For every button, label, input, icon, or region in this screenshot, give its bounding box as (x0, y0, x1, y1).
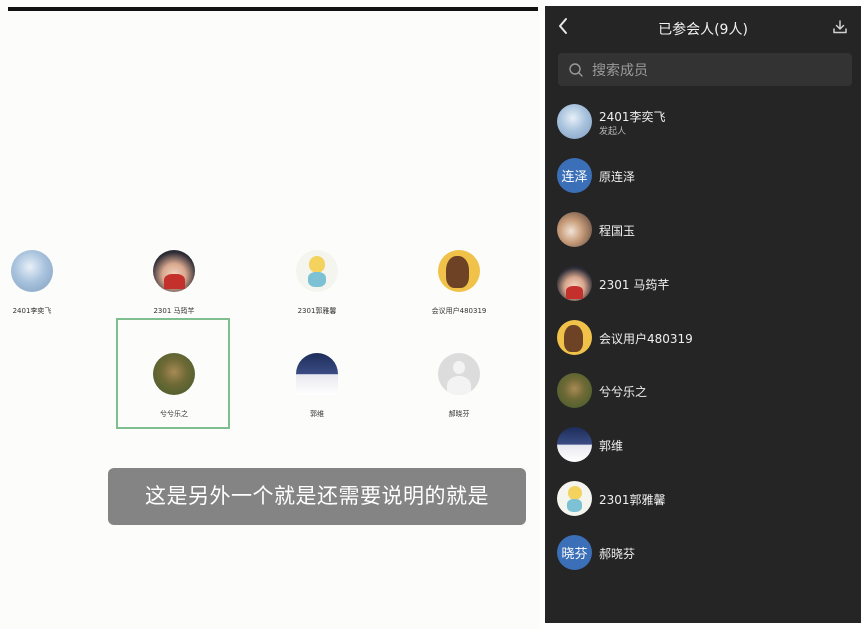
member-row[interactable]: 2301 马筠芊 (557, 266, 853, 306)
video-grid: 2401李奕飞 2301 马筠芊 2301郭雅馨 会议用户480319 兮兮乐之… (0, 0, 540, 629)
avatar (557, 104, 592, 139)
member-search[interactable] (558, 53, 852, 88)
video-tile[interactable]: 2301郭雅馨 (262, 250, 372, 316)
tile-name: 2401李奕飞 (12, 307, 52, 315)
member-row[interactable]: 兮兮乐之 (557, 373, 853, 413)
video-tile[interactable]: 兮兮乐之 (119, 353, 229, 419)
avatar (438, 353, 480, 395)
panel-header: 已参会人(9人) (545, 6, 861, 50)
member-row[interactable]: 连泽 原连泽 (557, 158, 853, 198)
video-tile[interactable]: 郭维 (262, 353, 372, 419)
tile-name: 兮兮乐之 (160, 410, 188, 418)
member-name: 2401李奕飞 (599, 110, 666, 124)
video-tile[interactable]: 2401李奕飞 (0, 250, 87, 316)
search-icon (568, 62, 584, 82)
member-name: 程国玉 (599, 224, 636, 238)
avatar (296, 250, 338, 292)
tile-name: 2301郭雅馨 (297, 307, 337, 315)
participants-panel: 已参会人(9人) 2401李奕飞 发起人 连泽 原连泽 程国玉 2301 马筠芊… (545, 6, 861, 623)
member-role: 发起人 (599, 127, 627, 137)
top-divider (8, 7, 538, 11)
avatar: 晓芬 (557, 535, 592, 570)
member-name: 会议用户480319 (599, 332, 693, 346)
panel-title: 已参会人(9人) (658, 22, 748, 38)
tile-name: 2301 马筠芊 (153, 307, 195, 315)
member-name: 兮兮乐之 (599, 385, 648, 399)
member-name: 2301 马筠芊 (599, 278, 670, 292)
avatar (557, 266, 592, 301)
member-row[interactable]: 程国玉 (557, 212, 853, 252)
video-tile[interactable]: 2301 马筠芊 (119, 250, 229, 316)
avatar (153, 250, 195, 292)
member-name: 原连泽 (599, 170, 636, 184)
tile-name: 会议用户480319 (431, 307, 487, 315)
search-input[interactable] (590, 53, 844, 88)
member-row[interactable]: 郭维 (557, 427, 853, 467)
member-name: 郭维 (599, 439, 624, 453)
member-name: 郝晓芬 (599, 547, 636, 561)
member-row[interactable]: 晓芬 郝晓芬 (557, 535, 853, 575)
member-row[interactable]: 2401李奕飞 发起人 (557, 104, 853, 144)
avatar (11, 250, 53, 292)
tile-name: 郭维 (310, 410, 324, 418)
avatar (557, 481, 592, 516)
member-row[interactable]: 2301郭雅馨 (557, 481, 853, 521)
download-icon[interactable] (831, 18, 849, 36)
avatar (557, 373, 592, 408)
avatar (557, 212, 592, 247)
video-tile[interactable]: 会议用户480319 (404, 250, 514, 316)
avatar (557, 320, 592, 355)
avatar (557, 427, 592, 462)
video-tile[interactable]: 郝晓芬 (404, 353, 514, 419)
member-name: 2301郭雅馨 (599, 493, 666, 507)
subtitle-caption: 这是另外一个就是还需要说明的就是 (108, 468, 526, 525)
avatar (296, 353, 338, 395)
member-row[interactable]: 会议用户480319 (557, 320, 853, 360)
avatar (153, 353, 195, 395)
avatar (438, 250, 480, 292)
avatar: 连泽 (557, 158, 592, 193)
tile-name: 郝晓芬 (448, 410, 470, 418)
